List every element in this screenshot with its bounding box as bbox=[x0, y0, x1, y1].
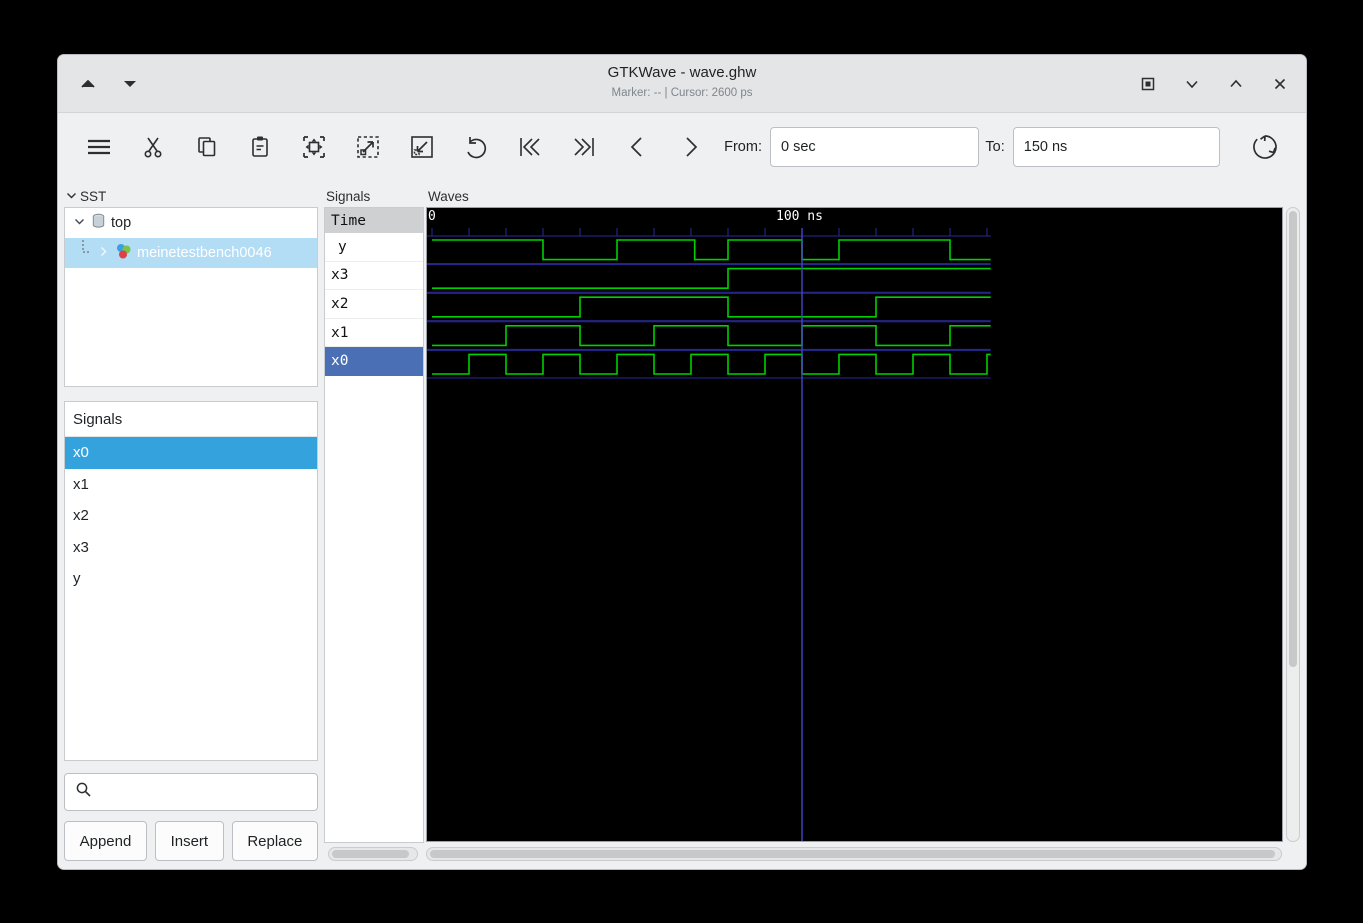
from-label: From: bbox=[724, 139, 762, 155]
cut-icon[interactable] bbox=[126, 124, 180, 170]
signals-list-panel: Signals x0 x1 x2 x3 y bbox=[64, 401, 318, 761]
names-horizontal-scrollbar[interactable] bbox=[328, 847, 418, 861]
wave-name-y[interactable]: y bbox=[325, 233, 423, 262]
wave-name-x0[interactable]: x0 bbox=[325, 347, 423, 376]
wave-canvas[interactable]: 0 100 ns bbox=[426, 207, 1283, 842]
to-input[interactable]: 150 ns bbox=[1012, 127, 1221, 167]
signal-names-list: Time y x3 x2 x1 x0 bbox=[324, 207, 424, 843]
go-to-start-icon[interactable] bbox=[503, 124, 557, 170]
window-subtitle: Marker: -- | Cursor: 2600 ps bbox=[611, 87, 753, 99]
signal-list-item-x2[interactable]: x2 bbox=[65, 500, 317, 532]
hamburger-menu-icon[interactable] bbox=[72, 124, 126, 170]
waves-group-label: Waves bbox=[428, 188, 469, 204]
sst-group-label: SST bbox=[64, 187, 318, 205]
prev-edge-icon[interactable] bbox=[610, 124, 664, 170]
waves-panel: Waves 0 100 ns bbox=[424, 181, 1306, 869]
title-bar: GTKWave - wave.ghw Marker: -- | Cursor: … bbox=[58, 55, 1306, 113]
tree-item-top[interactable]: top bbox=[65, 208, 317, 238]
signal-names-panel: Signals Time y x3 x2 x1 x0 bbox=[324, 181, 424, 869]
chevron-down-icon[interactable] bbox=[73, 216, 86, 230]
module-cylinder-icon bbox=[91, 213, 106, 233]
search-field[interactable] bbox=[64, 773, 318, 811]
gtkwave-window: GTKWave - wave.ghw Marker: -- | Cursor: … bbox=[58, 55, 1306, 869]
wave-name-x1[interactable]: x1 bbox=[325, 319, 423, 348]
next-edge-icon[interactable] bbox=[664, 124, 718, 170]
wave-name-x3[interactable]: x3 bbox=[325, 262, 423, 291]
wave-horizontal-scrollbar[interactable] bbox=[426, 847, 1282, 861]
sst-label-text: SST bbox=[80, 188, 107, 204]
search-icon bbox=[75, 781, 92, 803]
to-label: To: bbox=[985, 139, 1005, 155]
replace-button[interactable]: Replace bbox=[231, 821, 318, 861]
title-bar-controls bbox=[1134, 55, 1294, 112]
wave-frame: 0 100 ns bbox=[426, 207, 1300, 842]
insert-button[interactable]: Insert bbox=[154, 821, 224, 861]
names-group-label: Signals bbox=[326, 188, 371, 204]
chevron-down-icon bbox=[66, 189, 77, 204]
paste-icon[interactable] bbox=[234, 124, 288, 170]
chevron-right-icon[interactable] bbox=[97, 246, 110, 260]
restore-icon[interactable] bbox=[1134, 70, 1162, 98]
instance-spheres-icon bbox=[115, 243, 132, 264]
action-buttons: Append Insert Replace bbox=[64, 821, 318, 861]
signal-list-item-x0[interactable]: x0 bbox=[65, 437, 317, 469]
wave-name-x2[interactable]: x2 bbox=[325, 290, 423, 319]
go-to-end-icon[interactable] bbox=[557, 124, 611, 170]
zoom-fit-icon[interactable] bbox=[287, 124, 341, 170]
main-body: SST top meinetestbench0046 Signals x0 x1… bbox=[58, 181, 1306, 869]
waveform-traces bbox=[427, 228, 991, 841]
tree-item-meinetestbench0046[interactable]: meinetestbench0046 bbox=[65, 238, 317, 268]
toolbar: From: 0 sec To: 150 ns bbox=[58, 113, 1306, 181]
reload-icon[interactable] bbox=[1238, 124, 1292, 170]
window-title: GTKWave - wave.ghw bbox=[607, 64, 757, 81]
wave-vertical-scrollbar[interactable] bbox=[1286, 207, 1300, 842]
tree-item-label: top bbox=[111, 215, 132, 231]
signal-list-item-x3[interactable]: x3 bbox=[65, 532, 317, 564]
append-button[interactable]: Append bbox=[64, 821, 147, 861]
time-row-label: Time bbox=[325, 208, 423, 233]
zoom-out-icon[interactable] bbox=[395, 124, 449, 170]
signal-list-item-x1[interactable]: x1 bbox=[65, 469, 317, 501]
signal-list-item-y[interactable]: y bbox=[65, 563, 317, 595]
undo-icon[interactable] bbox=[449, 124, 503, 170]
sst-tree: top meinetestbench0046 bbox=[64, 207, 318, 387]
signals-list-header: Signals bbox=[65, 402, 317, 437]
left-panel: SST top meinetestbench0046 Signals x0 x1… bbox=[58, 181, 324, 869]
minimize-icon[interactable] bbox=[1178, 70, 1206, 98]
close-icon[interactable] bbox=[1266, 70, 1294, 98]
tree-branch-icon bbox=[79, 239, 92, 267]
copy-icon[interactable] bbox=[180, 124, 234, 170]
maximize-icon[interactable] bbox=[1222, 70, 1250, 98]
tree-item-label: meinetestbench0046 bbox=[137, 245, 272, 261]
zoom-in-icon[interactable] bbox=[341, 124, 395, 170]
from-input[interactable]: 0 sec bbox=[769, 127, 980, 167]
search-input[interactable] bbox=[98, 783, 307, 801]
